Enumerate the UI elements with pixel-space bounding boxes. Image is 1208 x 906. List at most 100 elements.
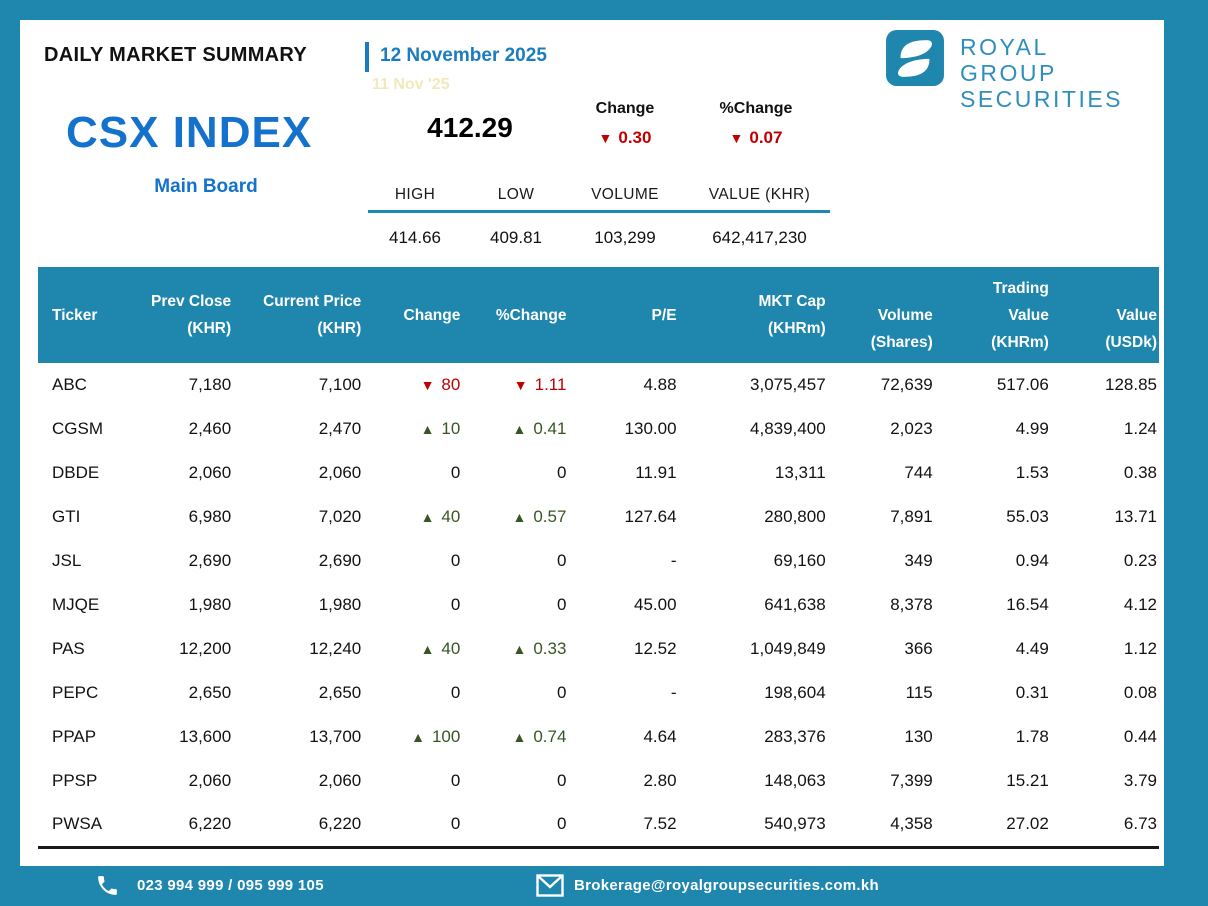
cell-volume: 115 xyxy=(827,671,935,715)
up-arrow-icon: ▲ xyxy=(420,421,435,437)
cell-pe: 130.00 xyxy=(568,407,679,451)
table-row: JSL 2,690 2,690 0 0-69,160 349 0.94 0.23 xyxy=(38,539,1159,583)
cell-current-price: 2,060 xyxy=(233,759,364,803)
footer-bar: 023 994 999 / 095 999 105 Brokerage@roya… xyxy=(0,866,1208,906)
index-name: CSX INDEX xyxy=(66,108,313,157)
cell-prev-close: 2,060 xyxy=(142,759,234,803)
table-row: GTI 6,980 7,020 ▲ 40 ▲ 0.57 127.64 280,800 7,891 5… xyxy=(38,495,1159,539)
index-change: Change ▼ 0.30 xyxy=(563,100,687,148)
cell-pe: 4.64 xyxy=(568,715,679,759)
stat-volume-label: VOLUME xyxy=(591,186,659,203)
pct-change-value: ▼ 0.07 xyxy=(694,128,818,148)
stat-high-label: HIGH xyxy=(394,186,436,203)
cell-trading-value: 4.49 xyxy=(934,627,1051,671)
cell-mkt-cap: 280,800 xyxy=(678,495,828,539)
cell-pct-change: ▲ 0.33 xyxy=(462,627,569,671)
cell-pe: 2.80 xyxy=(568,759,679,803)
cell-mkt-cap: 148,063 xyxy=(678,759,828,803)
cell-pe: 45.00 xyxy=(568,583,679,627)
cell-volume: 2,023 xyxy=(827,407,935,451)
cell-mkt-cap: 4,839,400 xyxy=(678,407,828,451)
cell-pct-change: 0 xyxy=(462,759,569,803)
cell-ticker: PEPC xyxy=(38,671,143,715)
cell-value-usd: 0.44 xyxy=(1050,715,1159,759)
stat-volume-value: 103,299 xyxy=(594,228,656,247)
cell-pct-change: 0 xyxy=(462,539,569,583)
cell-pct-change: 0 xyxy=(462,451,569,495)
report-body: DAILY MARKET SUMMARY 12 November 2025 11… xyxy=(20,20,1164,866)
cell-prev-close: 1,980 xyxy=(142,583,234,627)
up-arrow-icon: ▲ xyxy=(420,509,435,525)
report-date: 12 November 2025 xyxy=(380,45,547,66)
cell-mkt-cap: 641,638 xyxy=(678,583,828,627)
cell-pct-change: ▲ 0.41 xyxy=(462,407,569,451)
table-row: PPAP 13,600 13,700 ▲ 100 ▲ 0.74 4.64 283,376 130 1… xyxy=(38,715,1159,759)
cell-pe: 11.91 xyxy=(568,451,679,495)
logo-wordmark: ROYAL GROUP SECURITIES xyxy=(960,34,1124,112)
cell-mkt-cap: 1,049,849 xyxy=(678,627,828,671)
cell-trading-value: 517.06 xyxy=(934,363,1051,407)
cell-pe: 4.88 xyxy=(568,363,679,407)
cell-current-price: 2,060 xyxy=(233,451,364,495)
up-arrow-icon: ▲ xyxy=(512,509,527,525)
stat-volume: VOLUME 103,299 xyxy=(565,186,685,248)
cell-change: ▲ 10 xyxy=(363,407,463,451)
cell-value-usd: 3.79 xyxy=(1050,759,1159,803)
column-header: P/E xyxy=(568,267,679,363)
column-header: Current Price (KHR) xyxy=(233,267,364,363)
cell-pct-change: ▼ 1.11 xyxy=(462,363,569,407)
cell-pct-change: 0 xyxy=(462,671,569,715)
cell-value-usd: 0.08 xyxy=(1050,671,1159,715)
cell-trading-value: 55.03 xyxy=(934,495,1051,539)
phone-icon xyxy=(98,876,117,895)
cell-value-usd: 4.12 xyxy=(1050,583,1159,627)
title-separator xyxy=(365,42,369,72)
table-row: PWSA 6,220 6,220 0 0 7.52 540,973 4,358 27.02 6.7… xyxy=(38,803,1159,847)
cell-current-price: 2,690 xyxy=(233,539,364,583)
cell-value-usd: 13.71 xyxy=(1050,495,1159,539)
cell-mkt-cap: 3,075,457 xyxy=(678,363,828,407)
stat-value-khr-label: VALUE (KHR) xyxy=(708,186,811,203)
cell-trading-value: 27.02 xyxy=(934,803,1051,847)
company-logo: ROYAL GROUP SECURITIES xyxy=(886,30,1152,112)
cell-prev-close: 6,220 xyxy=(142,803,234,847)
cell-current-price: 6,220 xyxy=(233,803,364,847)
cell-pct-change: ▲ 0.74 xyxy=(462,715,569,759)
up-arrow-icon: ▲ xyxy=(512,729,527,745)
cell-prev-close: 2,650 xyxy=(142,671,234,715)
up-arrow-icon: ▲ xyxy=(512,641,527,657)
cell-trading-value: 4.99 xyxy=(934,407,1051,451)
cell-prev-close: 2,460 xyxy=(142,407,234,451)
cell-volume: 72,639 xyxy=(827,363,935,407)
footer-email: Brokerage@royalgroupsecurities.com.kh xyxy=(574,877,879,894)
cell-volume: 130 xyxy=(827,715,935,759)
table-row: DBDE 2,060 2,060 0 0 11.91 13,311 744 1.53 0.38 xyxy=(38,451,1159,495)
up-arrow-icon: ▲ xyxy=(420,641,435,657)
down-arrow-icon: ▼ xyxy=(598,130,613,146)
stat-value-khr: VALUE (KHR) 642,417,230 xyxy=(677,186,842,248)
cell-trading-value: 0.31 xyxy=(934,671,1051,715)
cell-ticker: JSL xyxy=(38,539,143,583)
stat-high: HIGH 414.66 xyxy=(365,186,465,248)
cell-pe: 12.52 xyxy=(568,627,679,671)
cell-ticker: PAS xyxy=(38,627,143,671)
cell-trading-value: 15.21 xyxy=(934,759,1051,803)
stats-underline xyxy=(368,210,830,213)
change-number: 0.30 xyxy=(618,128,652,147)
down-arrow-icon: ▼ xyxy=(729,130,744,146)
cell-ticker: PPAP xyxy=(38,715,143,759)
cell-pe: 127.64 xyxy=(568,495,679,539)
cell-change: ▼ 80 xyxy=(363,363,463,407)
cell-prev-close: 2,690 xyxy=(142,539,234,583)
cell-trading-value: 0.94 xyxy=(934,539,1051,583)
cell-value-usd: 1.12 xyxy=(1050,627,1159,671)
cell-current-price: 2,650 xyxy=(233,671,364,715)
cell-pct-change: 0 xyxy=(462,583,569,627)
pct-change-label: %Change xyxy=(719,100,793,117)
cell-volume: 366 xyxy=(827,627,935,671)
cell-change: 0 xyxy=(363,759,463,803)
cell-ticker: PWSA xyxy=(38,803,143,847)
cell-volume: 7,399 xyxy=(827,759,935,803)
cell-current-price: 2,470 xyxy=(233,407,364,451)
table-row: PPSP 2,060 2,060 0 0 2.80 148,063 7,399 15.21 3.7… xyxy=(38,759,1159,803)
